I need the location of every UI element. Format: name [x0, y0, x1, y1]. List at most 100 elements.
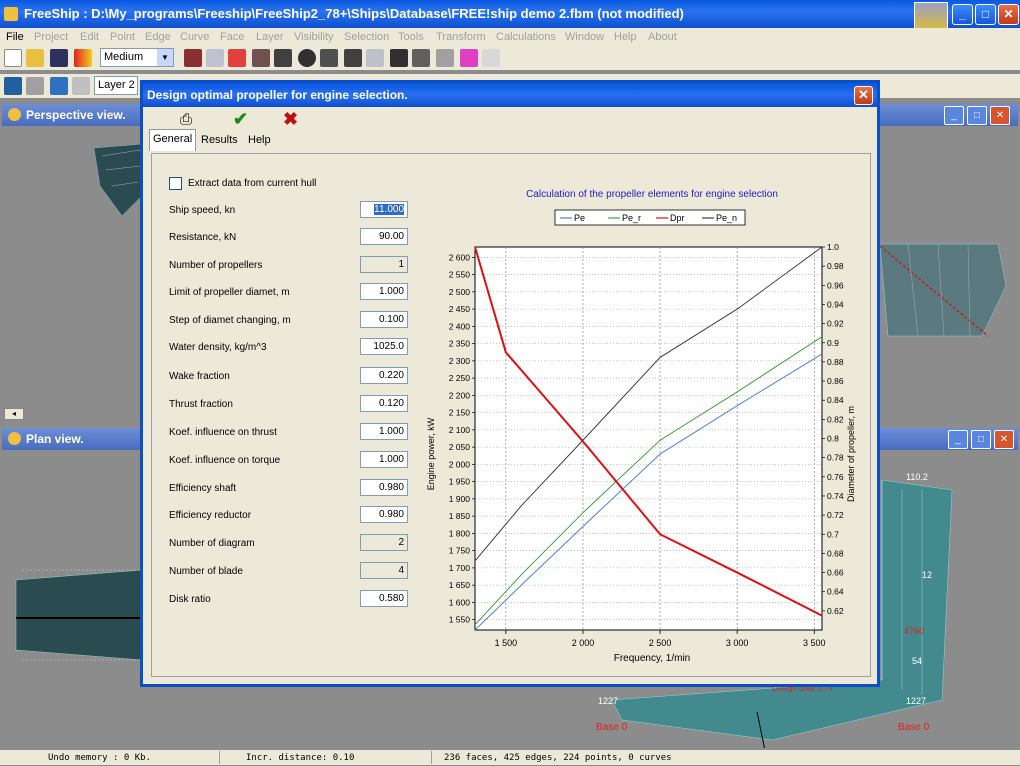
field-label: Number of blade	[169, 566, 243, 577]
grid-icon[interactable]	[252, 49, 270, 67]
tab-help[interactable]: Help	[245, 131, 274, 151]
profile-close-button[interactable]: ✕	[990, 106, 1010, 125]
layer-color-icon[interactable]	[74, 49, 92, 67]
value-label: 54	[912, 656, 923, 666]
field-value[interactable]: 0.980	[360, 479, 408, 496]
layer-visibility-icon[interactable]	[26, 77, 44, 95]
layer-select[interactable]: Layer 2	[94, 76, 138, 95]
bodyplan-close-button[interactable]: ✕	[994, 430, 1014, 449]
y2-tick-label: 0.92	[827, 319, 844, 329]
y2-tick-label: 0.88	[827, 357, 844, 367]
field-value[interactable]: 0.120	[360, 395, 408, 412]
markers-icon[interactable]	[366, 49, 384, 67]
stations-icon[interactable]	[274, 49, 292, 67]
y-tick-label: 1 600	[449, 597, 471, 607]
close-button[interactable]: ✕	[998, 4, 1019, 25]
field-value[interactable]: 0.220	[360, 367, 408, 384]
field-value[interactable]: 1.000	[360, 283, 408, 300]
menu-selection[interactable]: Selection	[344, 28, 389, 46]
undo-memory-status: Undo memory : 0 Kb.	[0, 751, 220, 764]
y-tick-label: 1 850	[449, 511, 471, 521]
field-value[interactable]: 2	[360, 534, 408, 551]
y-tick-label: 2 000	[449, 459, 471, 469]
bodyplan-minimize-button[interactable]: _	[948, 430, 968, 449]
model-counts-status: 236 faces, 425 edges, 224 points, 0 curv…	[444, 753, 672, 763]
precision-select[interactable]: Medium ▼	[100, 48, 174, 67]
tab-general[interactable]: General	[149, 129, 197, 151]
base-label-left: Base 0	[596, 722, 628, 733]
save-icon[interactable]	[50, 49, 68, 67]
measure-icon[interactable]	[436, 49, 454, 67]
field-value[interactable]: 90.00	[360, 228, 408, 245]
field-value[interactable]: 1025.0	[360, 338, 408, 355]
menu-curve[interactable]: Curve	[180, 28, 209, 46]
y2-tick-label: 0.94	[827, 299, 844, 309]
menu-window[interactable]: Window	[565, 28, 604, 46]
general-panel: Extract data from current hull Ship spee…	[151, 153, 871, 677]
printer-icon[interactable]: ⎙	[175, 111, 197, 129]
new-file-icon[interactable]	[4, 49, 22, 67]
field-value[interactable]: 1.000	[360, 451, 408, 468]
y2-axis-title: Diameter of propeller, m	[846, 406, 856, 502]
menu-edge[interactable]: Edge	[145, 28, 171, 46]
field-label: Wake fraction	[169, 371, 230, 382]
field-label: Number of propellers	[169, 260, 263, 271]
y2-tick-label: 0.7	[827, 529, 839, 539]
menu-transform[interactable]: Transform	[436, 28, 486, 46]
interior-edges-icon[interactable]	[206, 49, 224, 67]
menu-project[interactable]: Project	[34, 28, 68, 46]
y2-tick-label: 0.62	[827, 606, 844, 616]
tab-results[interactable]: Results	[198, 131, 241, 151]
buttocks-icon[interactable]	[298, 49, 316, 67]
app-icon	[4, 7, 18, 21]
x-tick-label: 2 000	[572, 638, 595, 648]
profile-maximize-button[interactable]: □	[967, 106, 987, 125]
maximize-button[interactable]: □	[975, 4, 996, 25]
profile-minimize-button[interactable]: _	[944, 106, 964, 125]
menu-about[interactable]: About	[648, 28, 677, 46]
layer-properties-icon[interactable]	[50, 77, 68, 95]
y-tick-label: 2 050	[449, 442, 471, 452]
menu-tools[interactable]: Tools	[398, 28, 424, 46]
curvature-icon[interactable]	[228, 49, 246, 67]
menu-edit[interactable]: Edit	[80, 28, 99, 46]
check-icon[interactable]: ✔	[233, 109, 255, 129]
field-value[interactable]: 11.000	[360, 201, 408, 218]
diagonals-icon[interactable]	[344, 49, 362, 67]
menu-point[interactable]: Point	[110, 28, 135, 46]
hydrostatics-icon[interactable]	[412, 49, 430, 67]
dialog-close-button[interactable]: ✕	[854, 86, 873, 105]
control-net-icon[interactable]	[184, 49, 202, 67]
bodyplan-maximize-button[interactable]: □	[971, 430, 991, 449]
menu-layer[interactable]: Layer	[256, 28, 284, 46]
minimize-button[interactable]: _	[952, 4, 973, 25]
hull-profile-render	[879, 243, 1007, 337]
plot-area	[474, 246, 823, 631]
menu-calculations[interactable]: Calculations	[496, 28, 556, 46]
field-value[interactable]: 0.580	[360, 590, 408, 607]
add-point-icon[interactable]	[4, 77, 22, 95]
open-file-icon[interactable]	[26, 49, 44, 67]
y2-tick-label: 0.74	[827, 491, 844, 501]
menu-help[interactable]: Help	[614, 28, 637, 46]
flowlines-icon[interactable]	[390, 49, 408, 67]
cross-icon[interactable]: ✖	[283, 109, 305, 129]
menu-face[interactable]: Face	[220, 28, 244, 46]
design-hydro-icon[interactable]	[460, 49, 478, 67]
y-axis-title: Engine power, kW	[426, 417, 436, 490]
profile-viewport[interactable]: _ □ ✕	[878, 104, 1018, 420]
y-tick-label: 1 800	[449, 528, 471, 538]
field-value[interactable]: 0.100	[360, 311, 408, 328]
menu-visibility[interactable]: Visibility	[294, 28, 334, 46]
waterlines-icon[interactable]	[320, 49, 338, 67]
extract-data-checkbox[interactable]	[169, 177, 182, 190]
layer-grid-icon[interactable]	[72, 77, 90, 95]
scroll-left-button[interactable]: ◂	[4, 408, 24, 420]
field-value[interactable]: 1.000	[360, 423, 408, 440]
field-value[interactable]: 0.980	[360, 506, 408, 523]
menu-file[interactable]: File	[6, 28, 24, 46]
field-value[interactable]: 1	[360, 256, 408, 273]
pencil-icon[interactable]	[482, 49, 500, 67]
field-label: Efficiency shaft	[169, 483, 237, 494]
field-value[interactable]: 4	[360, 562, 408, 579]
